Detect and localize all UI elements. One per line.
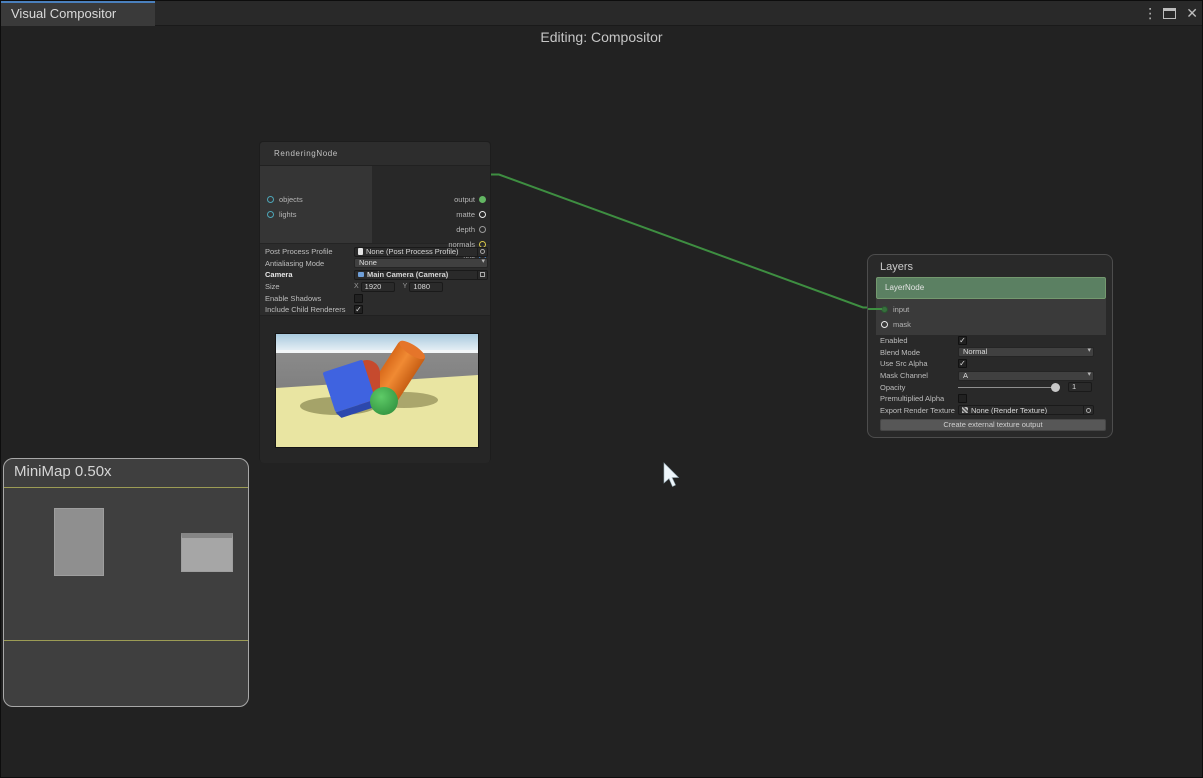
tab-visual-compositor[interactable]: Visual Compositor bbox=[1, 1, 155, 26]
include-child-renderers-checkbox[interactable]: ✓ bbox=[354, 305, 363, 314]
rendering-node-title[interactable]: RenderingNode bbox=[260, 142, 490, 166]
editing-context-label: Editing: Compositor bbox=[1, 29, 1202, 45]
property-row-mask-channel: Mask Channel A ▾ bbox=[868, 370, 1114, 382]
use-src-alpha-checkbox[interactable]: ✓ bbox=[958, 359, 967, 368]
enable-shadows-checkbox[interactable] bbox=[354, 294, 363, 303]
property-row-premultiplied-alpha: Premultiplied Alpha bbox=[868, 393, 1114, 405]
antialiasing-mode-dropdown[interactable]: None ▾ bbox=[354, 258, 488, 268]
layer-node-ports: input mask bbox=[876, 299, 1106, 335]
port-mask[interactable]: mask bbox=[881, 319, 911, 329]
camera-picker-icon[interactable] bbox=[477, 271, 487, 279]
render-texture-icon bbox=[962, 407, 968, 413]
mask-channel-dropdown[interactable]: A ▾ bbox=[958, 371, 1094, 381]
property-row-post-process-profile: Post Process Profile None (Post Process … bbox=[265, 246, 488, 258]
chevron-down-icon: ▾ bbox=[481, 258, 485, 266]
property-row-blend-mode: Blend Mode Normal ▾ bbox=[868, 347, 1114, 359]
rendering-node-properties: Post Process Profile None (Post Process … bbox=[260, 243, 490, 315]
property-row-export-render-texture: Export Render Texture None (Render Textu… bbox=[868, 405, 1114, 417]
property-row-opacity: Opacity 1 bbox=[868, 381, 1114, 393]
maximize-icon[interactable] bbox=[1163, 8, 1176, 19]
size-y-field[interactable]: 1080 bbox=[409, 282, 443, 292]
property-row-size: Size X 1920 Y 1080 bbox=[265, 281, 488, 293]
export-render-texture-field[interactable]: None (Render Texture) bbox=[958, 405, 1094, 415]
layer-node-header[interactable]: LayerNode bbox=[876, 277, 1106, 299]
minimap-title: MiniMap 0.50x bbox=[4, 459, 248, 480]
scene-preview bbox=[275, 333, 479, 448]
property-row-antialiasing-mode: Antialiasing Mode None ▾ bbox=[265, 258, 488, 270]
chevron-down-icon: ▾ bbox=[1087, 371, 1091, 379]
port-lights-icon[interactable] bbox=[267, 211, 274, 218]
layers-panel-title: Layers bbox=[868, 255, 1112, 273]
visual-compositor-window: Visual Compositor ⋮ ✕ Editing: Composito… bbox=[0, 0, 1203, 778]
close-icon[interactable]: ✕ bbox=[1186, 5, 1198, 22]
opacity-value-field[interactable]: 1 bbox=[1068, 382, 1092, 392]
minimap-viewport-bottom-line bbox=[4, 640, 248, 641]
port-matte[interactable]: matte bbox=[456, 209, 486, 219]
enabled-checkbox[interactable]: ✓ bbox=[958, 336, 967, 345]
port-depth[interactable]: depth bbox=[456, 224, 486, 234]
layers-panel: Layers LayerNode input mask Enabled ✓ Bl… bbox=[867, 254, 1113, 438]
layer-node-properties: Enabled ✓ Blend Mode Normal ▾ Use Src Al… bbox=[868, 335, 1114, 416]
premultiplied-alpha-checkbox[interactable] bbox=[958, 394, 967, 403]
wire-stub bbox=[868, 308, 882, 310]
mouse-cursor bbox=[661, 461, 681, 491]
rendering-node[interactable]: RenderingNode objects lights output matt… bbox=[259, 141, 491, 462]
port-input[interactable]: input bbox=[881, 304, 909, 314]
blend-mode-dropdown[interactable]: Normal ▾ bbox=[958, 347, 1094, 357]
port-output-icon[interactable] bbox=[479, 196, 486, 203]
opacity-slider-handle[interactable] bbox=[1051, 383, 1060, 392]
profile-asset-icon bbox=[358, 248, 363, 255]
render-preview-area bbox=[260, 315, 490, 463]
object-picker-icon[interactable] bbox=[477, 248, 487, 256]
property-row-enabled: Enabled ✓ bbox=[868, 335, 1114, 347]
property-row-include-child-renderers: Include Child Renderers ✓ bbox=[265, 304, 488, 316]
camera-icon bbox=[358, 272, 364, 277]
object-picker-icon[interactable] bbox=[1083, 406, 1093, 414]
create-external-texture-output-button[interactable]: Create external texture output bbox=[880, 419, 1106, 431]
port-mask-icon[interactable] bbox=[881, 321, 888, 328]
post-process-profile-field[interactable]: None (Post Process Profile) bbox=[354, 247, 488, 257]
port-matte-icon[interactable] bbox=[479, 211, 486, 218]
port-output[interactable]: output bbox=[454, 194, 486, 204]
minimap-layers-node-rect[interactable] bbox=[181, 533, 233, 572]
port-objects[interactable]: objects bbox=[267, 194, 303, 204]
chevron-down-icon: ▾ bbox=[1087, 347, 1091, 355]
size-x-field[interactable]: 1920 bbox=[361, 282, 395, 292]
property-row-camera: Camera Main Camera (Camera) bbox=[265, 269, 488, 281]
port-depth-icon[interactable] bbox=[479, 226, 486, 233]
camera-field[interactable]: Main Camera (Camera) bbox=[354, 270, 488, 280]
opacity-slider[interactable] bbox=[958, 387, 1054, 388]
minimap-rendering-node-rect[interactable] bbox=[54, 508, 104, 576]
tab-title: Visual Compositor bbox=[11, 6, 116, 21]
port-objects-icon[interactable] bbox=[267, 196, 274, 203]
port-input-icon[interactable] bbox=[881, 306, 888, 313]
property-row-enable-shadows: Enable Shadows bbox=[265, 292, 488, 304]
port-lights[interactable]: lights bbox=[267, 209, 297, 219]
layer-node-title: LayerNode bbox=[885, 283, 924, 292]
property-row-use-src-alpha: Use Src Alpha ✓ bbox=[868, 358, 1114, 370]
context-menu-icon[interactable]: ⋮ bbox=[1143, 1, 1153, 26]
minimap-panel[interactable]: MiniMap 0.50x bbox=[3, 458, 249, 707]
rendering-node-ports: objects lights output matte depth normal… bbox=[260, 166, 490, 243]
minimap-viewport-top-line bbox=[4, 487, 248, 488]
tab-bar: Visual Compositor ⋮ ✕ bbox=[1, 1, 1203, 26]
